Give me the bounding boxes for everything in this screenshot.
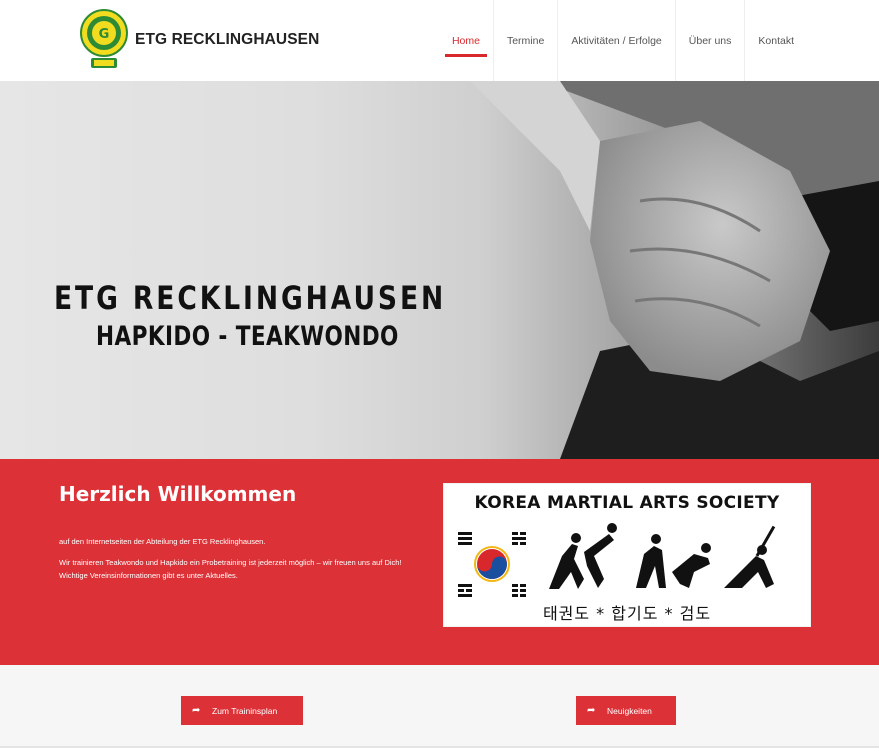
action-section: ➦ Zum Traininsplan ➦ Neuigkeiten bbox=[0, 665, 879, 748]
hero-title: ETG RECKLINGHAUSEN bbox=[54, 279, 447, 317]
club-logo[interactable]: G bbox=[80, 9, 128, 71]
svg-text:G: G bbox=[99, 27, 110, 42]
share-arrow-icon: ➦ bbox=[192, 705, 201, 716]
site-header: G ETG RECKLINGHAUSEN Home Termine Aktivi… bbox=[0, 0, 879, 81]
kmas-title: KOREA MARTIAL ARTS SOCIETY bbox=[474, 493, 780, 513]
site-brand[interactable]: ETG RECKLINGHAUSEN bbox=[135, 31, 319, 49]
welcome-title: Herzlich Willkommen bbox=[59, 482, 297, 506]
share-arrow-icon: ➦ bbox=[587, 705, 596, 716]
nav-kontakt[interactable]: Kontakt bbox=[744, 0, 807, 81]
nav-home[interactable]: Home bbox=[439, 0, 493, 81]
welcome-text: Wir trainieren Teakwondo und Hapkido ein… bbox=[59, 558, 402, 580]
hero-subtitle: HAPKIDO - TEAKWONDO bbox=[96, 321, 399, 352]
news-label: Neuigkeiten bbox=[607, 705, 652, 716]
nav-aktivitaeten[interactable]: Aktivitäten / Erfolge bbox=[557, 0, 674, 81]
nav-termine[interactable]: Termine bbox=[492, 0, 557, 81]
nav-ueber-uns[interactable]: Über uns bbox=[674, 0, 745, 81]
training-plan-label: Zum Traininsplan bbox=[212, 705, 278, 716]
kmas-image: KOREA MARTIAL ARTS SOCIETY 태권도 * 합기도 * 검… bbox=[443, 483, 811, 627]
kmas-korean-text: 태권도 * 합기도 * 검도 bbox=[542, 604, 712, 623]
news-button[interactable]: ➦ Neuigkeiten bbox=[576, 696, 676, 725]
main-nav: Home Termine Aktivitäten / Erfolge Über … bbox=[439, 0, 807, 81]
welcome-intro: auf den Internetseiten der Abteilung der… bbox=[59, 537, 266, 546]
hero-banner: ETG RECKLINGHAUSEN HAPKIDO - TEAKWONDO bbox=[0, 81, 879, 459]
training-plan-button[interactable]: ➦ Zum Traininsplan bbox=[181, 696, 303, 725]
welcome-section: Herzlich Willkommen auf den Internetseit… bbox=[0, 459, 879, 665]
hero-photo bbox=[470, 81, 879, 459]
